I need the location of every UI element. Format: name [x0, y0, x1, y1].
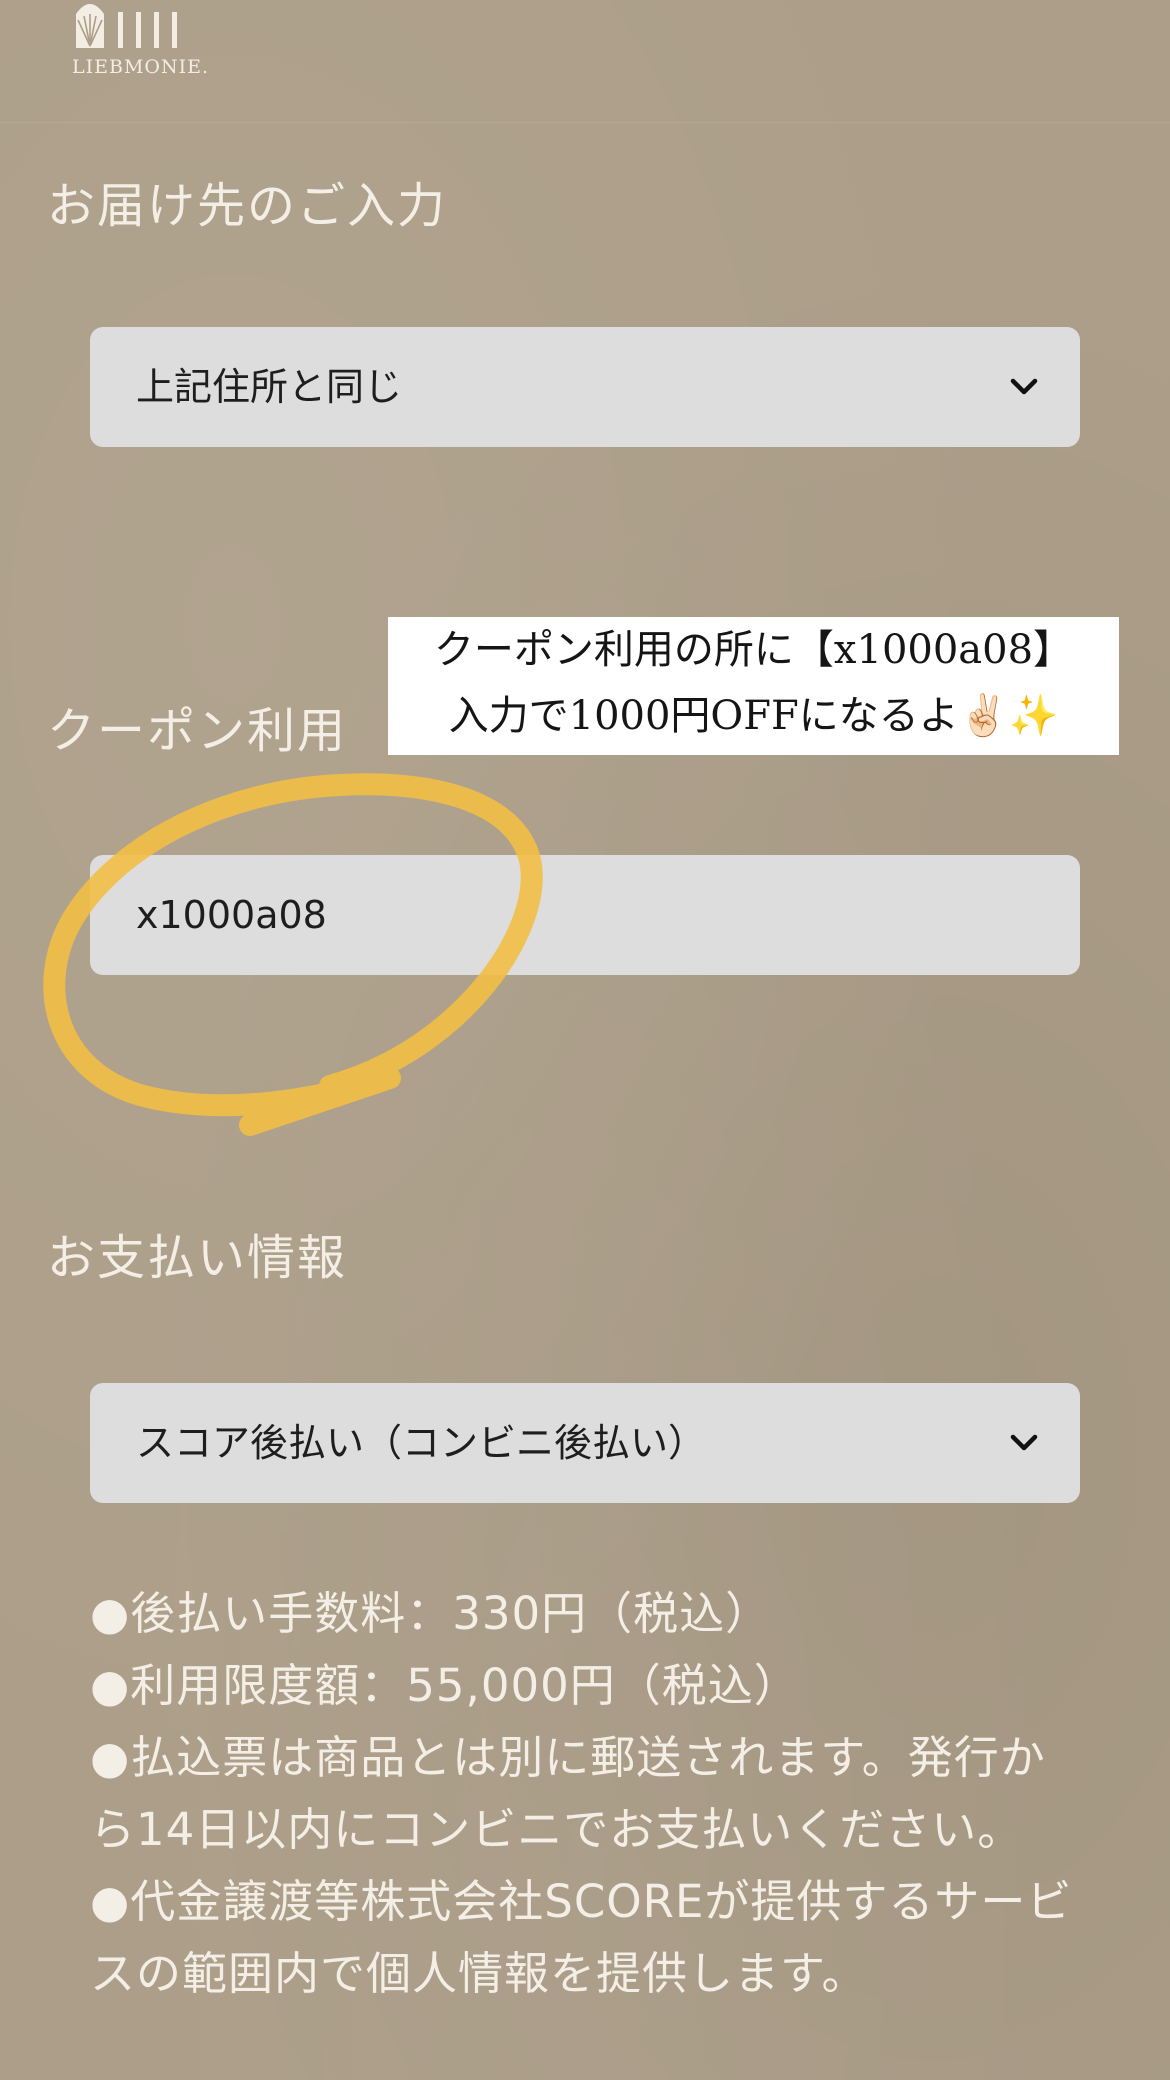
- annotation-line-1: クーポン利用の所に【x1000a08】: [433, 627, 1074, 673]
- coupon-annotation: クーポン利用の所に【x1000a08】 入力で1000円OFFになるよ✌🏻✨: [388, 617, 1119, 755]
- annotation-line-2: 入力で1000円OFFになるよ✌🏻✨: [448, 693, 1059, 739]
- delivery-address-value: 上記住所と同じ: [136, 365, 403, 409]
- payment-note: ●利用限度額：55,000円（税込）: [90, 1659, 800, 1712]
- payment-notes: ●後払い手数料：330円（税込） ●利用限度額：55,000円（税込） ●払込票…: [90, 1578, 1080, 2010]
- chevron-down-icon: [1010, 378, 1038, 395]
- payment-method-value: スコア後払い（コンビニ後払い）: [136, 1421, 707, 1465]
- brand-logo[interactable]: LIEBMONIE.: [72, 0, 212, 82]
- payment-note: ●払込票は商品とは別に郵送されます。発行から14日以内にコンビニでお支払いくださ…: [90, 1731, 1046, 1856]
- payment-note: ●代金譲渡等株式会社SCOREが提供するサービスの範囲内で個人情報を提供します。: [90, 1875, 1073, 2000]
- payment-method-select[interactable]: スコア後払い（コンビニ後払い）: [90, 1383, 1080, 1503]
- sunburst-logo-icon: [76, 4, 177, 48]
- coupon-title: クーポン利用: [47, 703, 348, 759]
- payment-title: お支払い情報: [47, 1230, 348, 1286]
- delivery-address-select[interactable]: 上記住所と同じ: [90, 327, 1080, 447]
- coupon-code-input[interactable]: x1000a08: [90, 855, 1080, 975]
- chevron-down-icon: [1010, 1434, 1038, 1451]
- logo-text: LIEBMONIE.: [72, 56, 210, 78]
- payment-note: ●後払い手数料：330円（税込）: [90, 1587, 772, 1640]
- header-divider: [0, 122, 1170, 123]
- coupon-code-value: x1000a08: [136, 893, 327, 937]
- delivery-title: お届け先のご入力: [47, 178, 448, 234]
